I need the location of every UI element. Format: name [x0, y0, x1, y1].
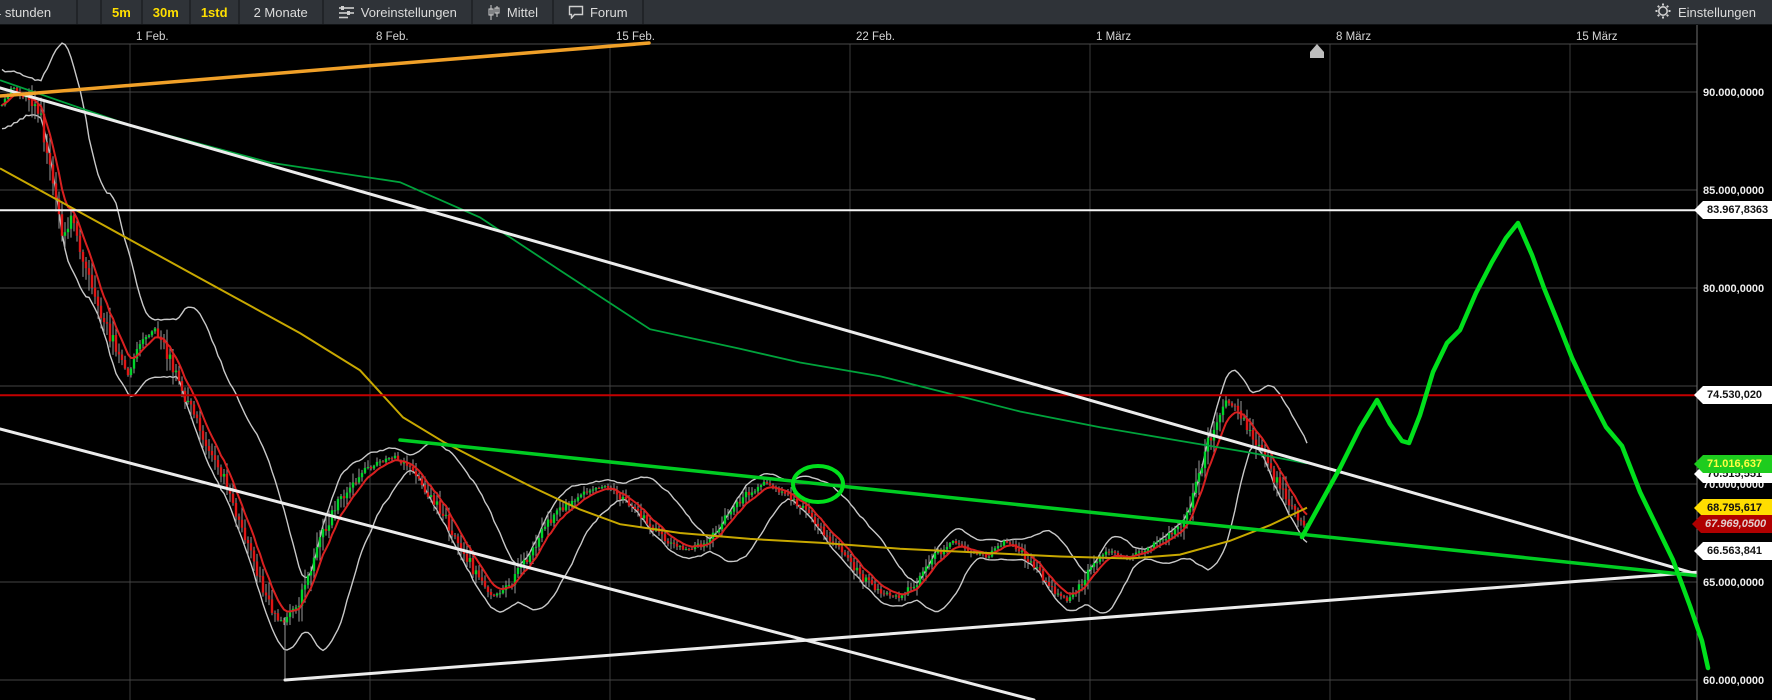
forum-button[interactable]: Forum	[554, 0, 644, 24]
timeframe-30m-label: 30m	[153, 5, 179, 20]
timeframe-4h-label: 4 stunden	[0, 5, 51, 20]
indicator-badge-green-ma: 71.016,637	[1694, 455, 1772, 473]
date-label: 22 Feb.	[856, 31, 895, 43]
price-scale-label: 80.000,0000	[1703, 283, 1764, 295]
level-badge-74530[interactable]: 74.530,020	[1694, 386, 1772, 404]
level-badge-83967[interactable]: 83.967,8363	[1694, 201, 1772, 219]
timeframe-button-4h[interactable]: 4 stunden	[0, 0, 78, 24]
mittel-button[interactable]: Mittel	[473, 0, 554, 24]
indicator-badge-band-lower: 66.563,841	[1694, 542, 1772, 560]
einstellungen-label: Einstellungen	[1678, 5, 1756, 20]
candlestick-icon	[487, 5, 501, 20]
timeframe-button-30m[interactable]: 30m	[143, 0, 191, 24]
timeframe-1std-label: 1std	[201, 5, 228, 20]
range-label: 2 Monate	[254, 5, 308, 20]
einstellungen-button[interactable]: Einstellungen	[1639, 0, 1772, 24]
voreinstellungen-label: Voreinstellungen	[361, 5, 457, 20]
chart-canvas[interactable]: 1 Feb. 8 Feb. 15 Feb. 22 Feb. 1 März 8 März 15…	[0, 0, 1772, 700]
date-label: 15 Feb.	[616, 31, 655, 43]
voreinstellungen-button[interactable]: Voreinstellungen	[324, 0, 473, 24]
timeframe-button-1std[interactable]: 1std	[191, 0, 240, 24]
forum-label: Forum	[590, 5, 628, 20]
gear-icon	[1655, 3, 1671, 22]
indicator-badge-yellow-ma: 68.795,617	[1694, 499, 1772, 517]
last-price-badge: 67.969,0500	[1692, 515, 1772, 533]
price-scale-label: 85.000,0000	[1703, 185, 1764, 197]
date-label: 8 März	[1336, 31, 1371, 43]
date-label: 8 Feb.	[376, 31, 409, 43]
toolbar-spacer	[644, 0, 1639, 24]
price-scale-label: 65.000,0000	[1703, 577, 1764, 589]
date-label: 1 März	[1096, 31, 1131, 43]
price-axis-panel	[1697, 24, 1772, 700]
date-label: 15 März	[1576, 31, 1618, 43]
price-scale-label: 90.000,0000	[1703, 87, 1764, 99]
timeframe-5m-label: 5m	[112, 5, 131, 20]
price-scale-label: 60.000,0000	[1703, 675, 1764, 687]
toolbar-gap	[78, 0, 102, 24]
sliders-icon	[338, 5, 355, 19]
trading-app: 4 stunden 5m 30m 1std 2 Monate	[0, 0, 1772, 700]
speech-bubble-icon	[568, 5, 584, 19]
date-label: 1 Feb.	[136, 31, 169, 43]
timeframe-button-5m[interactable]: 5m	[102, 0, 143, 24]
range-button-2-monate[interactable]: 2 Monate	[240, 0, 324, 24]
toolbar: 4 stunden 5m 30m 1std 2 Monate	[0, 0, 1772, 25]
mittel-label: Mittel	[507, 5, 538, 20]
